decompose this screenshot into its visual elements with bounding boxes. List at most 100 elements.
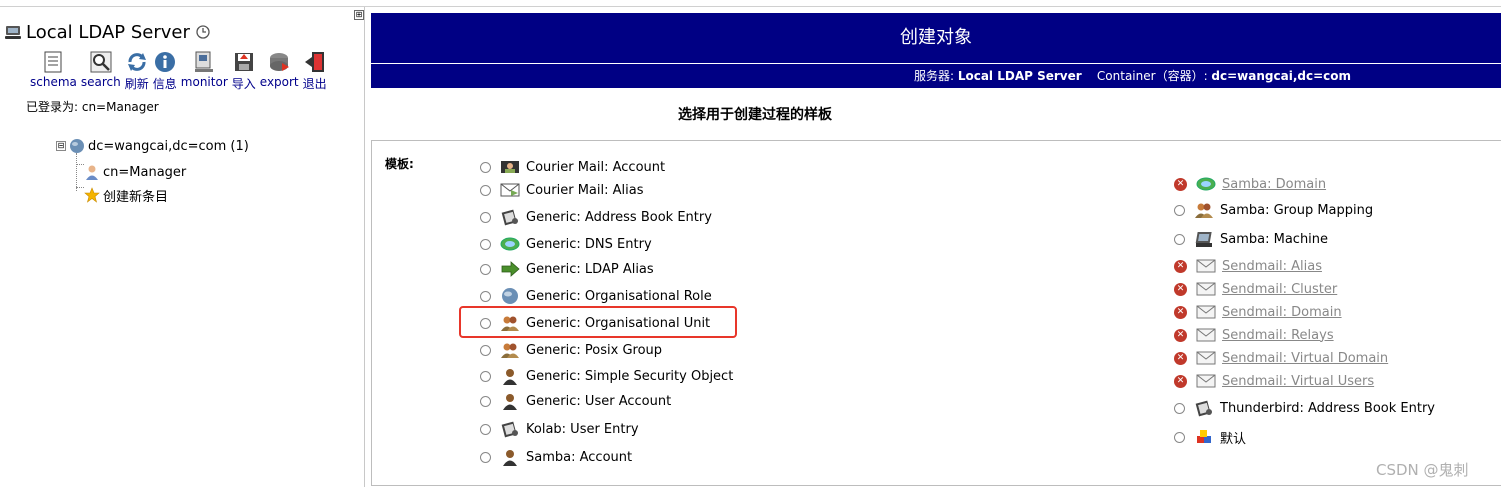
template-radio[interactable]: [1174, 233, 1185, 245]
schema-icon: [44, 51, 62, 73]
envelope-icon: [1196, 305, 1216, 319]
tree-item-label: 创建新条目: [103, 189, 169, 205]
template-option[interactable]: Generic: LDAP Alias: [480, 259, 654, 279]
template-radio[interactable]: [480, 238, 491, 250]
template-option[interactable]: Samba: Account: [480, 447, 632, 467]
envelope-icon: [1196, 282, 1216, 296]
server-icon: [5, 26, 21, 39]
toolbar-refresh-button[interactable]: 刷新: [125, 50, 149, 92]
computer-icon: [1195, 232, 1212, 247]
logged-in-status: 已登录为: cn=Manager: [26, 100, 159, 114]
template-option[interactable]: Generic: DNS Entry: [480, 234, 652, 254]
toolbar-label: schema: [30, 75, 77, 89]
choose-template-text: 选择用于创建过程的样板: [678, 107, 832, 123]
clock-icon[interactable]: [196, 25, 210, 39]
template-label[interactable]: Sendmail: Cluster: [1222, 282, 1337, 297]
template-option[interactable]: Courier Mail: Account: [480, 157, 665, 177]
disabled-icon: ✕: [1174, 305, 1187, 319]
tree-connector: [76, 153, 77, 191]
address-book-icon: [1195, 400, 1212, 417]
tree-collapse-toggle[interactable]: ⊟: [56, 141, 66, 151]
template-label: Courier Mail: Alias: [526, 182, 644, 198]
template-option[interactable]: Generic: Organisational Role: [480, 286, 712, 306]
template-radio[interactable]: [1174, 431, 1185, 443]
template-label[interactable]: Sendmail: Domain: [1222, 305, 1342, 320]
template-option[interactable]: Courier Mail: Alias: [480, 180, 643, 200]
server-title[interactable]: Local LDAP Server: [4, 20, 210, 44]
toolbar-label: 刷新: [124, 77, 149, 91]
tree-item-manager[interactable]: cn=Manager: [84, 163, 186, 181]
template-option[interactable]: Thunderbird: Address Book Entry: [1174, 398, 1435, 418]
template-label: Generic: Simple Security Object: [526, 368, 734, 384]
envelope-icon: [1196, 351, 1216, 365]
refresh-icon: [127, 53, 146, 71]
address-book-icon: [501, 421, 518, 438]
template-label: Courier Mail: Account: [526, 159, 666, 175]
server-value: Local LDAP Server: [957, 69, 1082, 83]
template-label: Generic: Organisational Role: [526, 288, 712, 304]
template-option[interactable]: Kolab: User Entry: [480, 419, 639, 439]
envelope-icon: [1196, 374, 1216, 388]
tree-connector: [76, 164, 84, 165]
page-title: 创建对象: [371, 13, 1501, 63]
toolbar-label: 信息: [152, 77, 177, 91]
template-option[interactable]: 默认: [1174, 427, 1246, 447]
template-option[interactable]: Generic: User Account: [480, 391, 671, 411]
toolbar-label: export: [259, 75, 299, 89]
toolbar-monitor-button[interactable]: monitor: [181, 50, 228, 92]
toolbar-export-button[interactable]: export: [260, 50, 299, 92]
selection-highlight: [459, 306, 737, 338]
template-radio[interactable]: [480, 370, 491, 382]
mail-user-icon: [501, 161, 519, 173]
collapse-pane-button[interactable]: ⊞: [354, 10, 364, 20]
template-label[interactable]: Samba: Domain: [1222, 177, 1326, 192]
tree-item-label: cn=Manager: [103, 164, 187, 180]
template-option-disabled: ✕ Sendmail: Virtual Users: [1174, 371, 1374, 391]
export-icon: [270, 53, 290, 71]
template-radio[interactable]: [480, 184, 491, 196]
dns-icon: [500, 237, 520, 251]
template-radio[interactable]: [480, 290, 491, 302]
tree-item-create-new[interactable]: 创建新条目: [84, 186, 169, 205]
template-radio[interactable]: [480, 263, 491, 275]
monitor-icon: [195, 51, 214, 72]
template-label[interactable]: Sendmail: Relays: [1222, 328, 1334, 343]
template-option[interactable]: Generic: Posix Group: [480, 340, 662, 360]
toolbar-import-button[interactable]: 导入: [232, 50, 256, 92]
template-radio[interactable]: [480, 211, 491, 223]
template-label: Generic: Address Book Entry: [526, 209, 712, 225]
template-radio[interactable]: [480, 161, 491, 173]
toolbar-search-button[interactable]: search: [81, 50, 121, 92]
pane-divider[interactable]: [364, 7, 365, 487]
server-label: 服务器:: [913, 69, 958, 83]
star-icon: [84, 187, 100, 203]
tree-root[interactable]: ⊟ dc=wangcai,dc=com (1): [56, 137, 249, 155]
template-label[interactable]: Sendmail: Alias: [1222, 259, 1322, 274]
template-option[interactable]: Samba: Machine: [1174, 229, 1328, 249]
toolbar-logout-button[interactable]: 退出: [303, 50, 327, 92]
server-container-bar: 服务器: Local LDAP Server Container（容器）: dc…: [371, 64, 1501, 88]
container-label: Container（容器）:: [1096, 69, 1212, 83]
disabled-icon: ✕: [1174, 374, 1187, 388]
template-radio[interactable]: [480, 344, 491, 356]
disabled-icon: ✕: [1174, 177, 1187, 191]
globe-icon: [70, 139, 84, 153]
template-radio[interactable]: [1174, 402, 1185, 414]
template-label[interactable]: Sendmail: Virtual Users: [1222, 374, 1374, 389]
toolbar-info-button[interactable]: 信息: [153, 50, 177, 92]
template-radio[interactable]: [1174, 204, 1185, 216]
template-option[interactable]: Samba: Group Mapping: [1174, 200, 1373, 220]
template-option[interactable]: Generic: Simple Security Object: [480, 366, 733, 386]
templates-label: 模板:: [385, 157, 414, 171]
template-radio[interactable]: [480, 395, 491, 407]
disabled-icon: ✕: [1174, 351, 1187, 365]
blocks-icon: [1197, 430, 1211, 443]
template-label[interactable]: Sendmail: Virtual Domain: [1222, 351, 1388, 366]
template-option[interactable]: Generic: Address Book Entry: [480, 207, 712, 227]
template-radio[interactable]: [480, 423, 491, 435]
toolbar-schema-button[interactable]: schema: [30, 50, 77, 92]
template-radio[interactable]: [480, 451, 491, 463]
server-name: Local LDAP Server: [26, 21, 190, 43]
template-label: 默认: [1220, 431, 1247, 447]
address-book-icon: [501, 209, 518, 226]
